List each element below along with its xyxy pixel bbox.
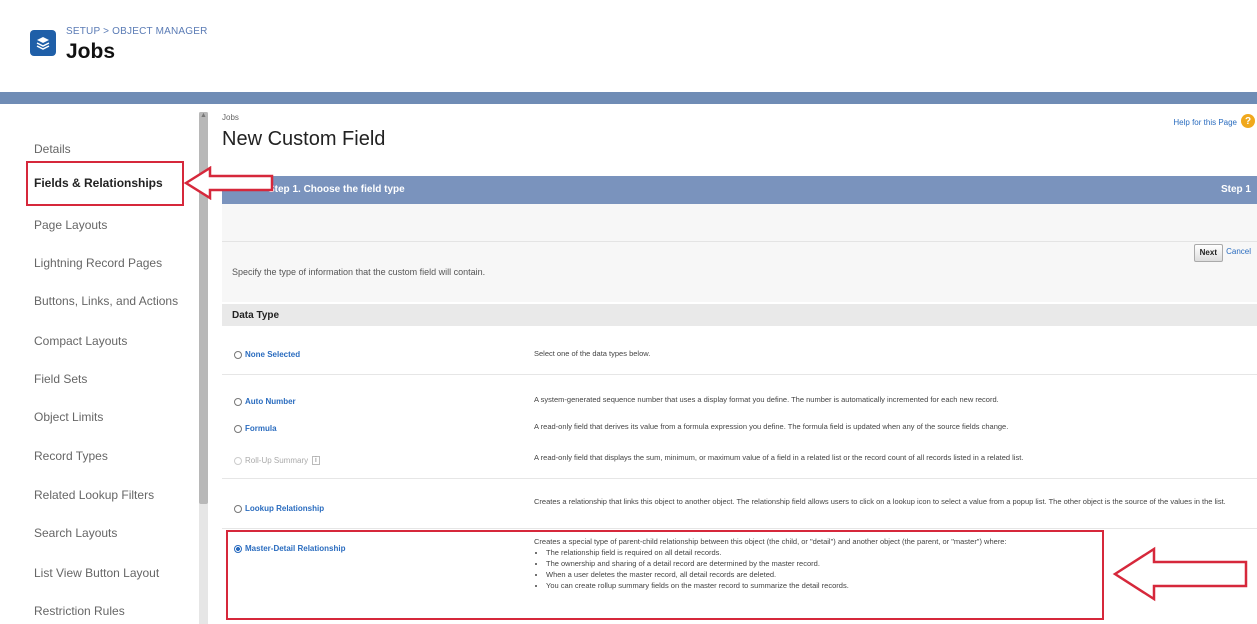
sidebar-item-list-view-button-layout[interactable]: List View Button Layout [34,566,159,580]
sidebar-item-record-types[interactable]: Record Types [34,449,108,463]
radio-button[interactable] [234,350,242,359]
divider [222,478,1257,479]
radio-button[interactable] [234,397,242,406]
option-roll-up-summary: Roll-Up Summary i [234,456,320,465]
next-button[interactable]: Next [1193,244,1223,262]
sidebar-item-buttons-links-actions[interactable]: Buttons, Links, and Actions [34,294,178,308]
page-header: SETUP > OBJECT MANAGER Jobs [0,0,1257,92]
option-formula[interactable]: Formula [234,424,277,433]
step-title: Step 1. Choose the field type [268,184,405,195]
option-none-selected[interactable]: None Selected [234,350,300,359]
option-label: Roll-Up Summary [245,456,309,465]
radio-button[interactable] [234,424,242,433]
sidebar-item-compact-layouts[interactable]: Compact Layouts [34,334,127,348]
arrow-left-icon [1112,546,1248,602]
option-description: Select one of the data types below. [534,349,651,358]
option-label[interactable]: Lookup Relationship [245,504,324,513]
sidebar-item-restriction-rules[interactable]: Restriction Rules [34,604,125,618]
page-title: New Custom Field [222,128,386,150]
option-label[interactable]: None Selected [245,350,300,359]
option-label[interactable]: Auto Number [245,397,296,406]
object-title: Jobs [66,40,116,63]
option-description: A system-generated sequence number that … [534,395,999,404]
sidebar-item-search-layouts[interactable]: Search Layouts [34,526,117,540]
data-type-label: Data Type [232,310,280,321]
radio-button[interactable] [234,504,242,513]
option-description: Creates a relationship that links this o… [534,497,1226,506]
option-auto-number[interactable]: Auto Number [234,397,296,406]
option-label[interactable]: Formula [245,424,277,433]
highlight-box-sidebar [26,161,184,206]
cancel-link[interactable]: Cancel [1226,247,1251,256]
sidebar-item-object-limits[interactable]: Object Limits [34,410,103,424]
data-type-header: Data Type [222,304,1257,326]
option-lookup-relationship[interactable]: Lookup Relationship [234,504,324,513]
help-link[interactable]: Help for this Page [1173,118,1237,127]
breadcrumb[interactable]: SETUP > OBJECT MANAGER [66,26,208,37]
instruction-text: Specify the type of information that the… [232,267,486,277]
highlight-box-master-detail [226,530,1104,620]
header-band [0,92,1257,104]
sidebar-item-field-sets[interactable]: Field Sets [34,372,87,386]
instruction-panel: Specify the type of information that the… [222,242,1257,302]
divider [222,374,1257,375]
option-description: A read-only field that derives its value… [534,422,1009,431]
button-row [222,204,1257,242]
step-number: Step 1 [1220,184,1251,195]
divider [222,528,1257,529]
sidebar-item-lightning-record-pages[interactable]: Lightning Record Pages [34,256,162,270]
layers-icon [30,30,56,56]
sidebar-item-related-lookup-filters[interactable]: Related Lookup Filters [34,488,154,502]
sidebar-item-page-layouts[interactable]: Page Layouts [34,218,107,232]
option-description: A read-only field that displays the sum,… [534,453,1024,462]
object-crumb[interactable]: Jobs [222,113,239,122]
radio-button [234,456,242,465]
help-icon[interactable]: ? [1241,114,1255,128]
scroll-up-icon[interactable]: ▲ [200,112,207,119]
info-icon[interactable]: i [312,456,320,465]
step-header: Step 1. Choose the field type Step 1 [222,176,1257,204]
sidebar-item-details[interactable]: Details [34,142,71,156]
arrow-left-icon [184,166,274,200]
